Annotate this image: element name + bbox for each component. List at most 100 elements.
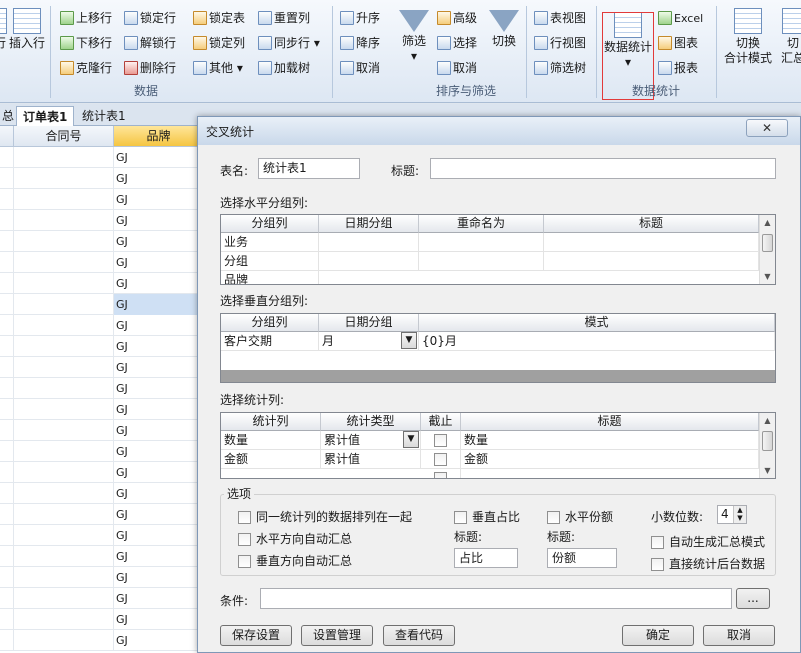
h-row-cell[interactable] <box>544 233 759 252</box>
close-button[interactable]: ✕ <box>746 119 788 137</box>
h-share-title-input[interactable]: 份额 <box>547 548 617 568</box>
tab-stats-table[interactable]: 统计表1 <box>76 106 132 126</box>
reset-col-button[interactable]: 重置列 <box>258 8 310 28</box>
row-header-cell[interactable] <box>0 357 14 378</box>
contract-cell[interactable] <box>14 336 114 357</box>
advanced-filter-button[interactable]: 高级 <box>437 8 477 28</box>
row-header-cell[interactable] <box>0 294 14 315</box>
h-share-option[interactable]: 水平份额 <box>547 508 613 525</box>
h-row-cell[interactable]: 分组 <box>221 252 319 271</box>
brand-cell[interactable]: GJ <box>114 630 200 651</box>
lock-table-button[interactable]: 锁定表 <box>193 8 245 28</box>
contract-cell[interactable] <box>14 420 114 441</box>
row-header-cell[interactable] <box>0 462 14 483</box>
brand-cell[interactable]: GJ <box>114 189 200 210</box>
brand-cell[interactable]: GJ <box>114 399 200 420</box>
contract-cell[interactable] <box>14 231 114 252</box>
excel-export-button[interactable]: Excel <box>658 8 703 28</box>
auto-sum-mode-checkbox[interactable] <box>651 536 664 549</box>
h-row-cell[interactable] <box>419 252 544 271</box>
h-share-checkbox[interactable] <box>547 511 560 524</box>
contract-cell[interactable] <box>14 210 114 231</box>
brand-cell[interactable]: GJ <box>114 546 200 567</box>
title-input[interactable] <box>430 158 776 179</box>
unlock-row-button[interactable]: 解锁行 <box>124 33 176 53</box>
move-down-button[interactable]: 下移行 <box>60 33 112 53</box>
scroll-thumb[interactable] <box>762 234 773 252</box>
row-header-cell[interactable] <box>0 336 14 357</box>
cutoff-checkbox[interactable] <box>434 453 447 466</box>
contract-cell[interactable] <box>14 546 114 567</box>
h-row-cell[interactable] <box>419 233 544 252</box>
row-header-cell[interactable] <box>0 525 14 546</box>
h-row-cell[interactable]: 业务 <box>221 233 319 252</box>
h-row-cell[interactable] <box>544 252 759 271</box>
brand-cell[interactable]: GJ <box>114 504 200 525</box>
cancel-button[interactable]: 取消 <box>703 625 775 646</box>
row-header-cell[interactable] <box>0 420 14 441</box>
v-ratio-title-input[interactable]: 占比 <box>454 548 518 568</box>
switch-filter-button[interactable]: 切换 <box>486 10 522 49</box>
brand-cell[interactable]: GJ <box>114 378 200 399</box>
auto-sum-mode-option[interactable]: 自动生成汇总模式 <box>651 533 765 550</box>
s-row-title-cell[interactable]: 数量 <box>461 431 759 450</box>
contract-cell[interactable] <box>14 483 114 504</box>
contract-cell[interactable] <box>14 525 114 546</box>
brand-cell[interactable]: GJ <box>114 168 200 189</box>
view-code-button[interactable]: 查看代码 <box>383 625 455 646</box>
brand-cell[interactable]: GJ <box>114 462 200 483</box>
table-view-button[interactable]: 表视图 <box>534 8 586 28</box>
scroll-up-icon[interactable]: ▲ <box>760 215 775 230</box>
cancel-filter-button[interactable]: 取消 <box>437 58 477 78</box>
row-header-cell[interactable] <box>0 147 14 168</box>
contract-cell[interactable] <box>14 630 114 651</box>
brand-cell[interactable]: GJ <box>114 609 200 630</box>
brand-cell[interactable]: GJ <box>114 147 200 168</box>
row-header-cell[interactable] <box>0 504 14 525</box>
manage-settings-button[interactable]: 设置管理 <box>301 625 373 646</box>
v-ratio-checkbox[interactable] <box>454 511 467 524</box>
row-header-cell[interactable] <box>0 168 14 189</box>
stepper-arrows-icon[interactable]: ▲ ▼ <box>733 506 746 523</box>
cancel-sort-button[interactable]: 取消 <box>340 58 380 78</box>
condition-input[interactable] <box>260 588 732 609</box>
row-header-cell[interactable] <box>0 483 14 504</box>
h-row-cell[interactable]: 品牌 <box>221 271 319 284</box>
sort-asc-button[interactable]: 升序 <box>340 8 380 28</box>
row-header-cell[interactable] <box>0 399 14 420</box>
contract-cell[interactable] <box>14 315 114 336</box>
row-header-cell[interactable] <box>0 588 14 609</box>
lock-row-button[interactable]: 锁定行 <box>124 8 176 28</box>
scroll-down-icon[interactable]: ▼ <box>760 269 775 284</box>
row-header-cell[interactable] <box>0 315 14 336</box>
clone-row-button[interactable]: 克隆行 <box>60 58 112 78</box>
ok-button[interactable]: 确定 <box>622 625 694 646</box>
sum-row-button[interactable]: 行 <box>0 8 8 51</box>
column-header-brand[interactable]: 品牌 <box>114 126 204 147</box>
contract-cell[interactable] <box>14 189 114 210</box>
contract-cell[interactable] <box>14 567 114 588</box>
table-name-input[interactable]: 统计表1 <box>258 158 360 179</box>
decimals-stepper[interactable]: 4 ▲ ▼ <box>717 505 747 524</box>
scroll-up-icon[interactable]: ▲ <box>760 413 775 428</box>
contract-cell[interactable] <box>14 378 114 399</box>
brand-cell[interactable]: GJ <box>114 567 200 588</box>
row-header-cell[interactable] <box>0 252 14 273</box>
load-tree-button[interactable]: 加载树 <box>258 58 310 78</box>
contract-cell[interactable] <box>14 609 114 630</box>
v-ratio-option[interactable]: 垂直占比 <box>454 508 520 525</box>
row-header-cell[interactable] <box>0 189 14 210</box>
row-header-cell[interactable] <box>0 567 14 588</box>
s-row-col-cell[interactable]: 数量 <box>221 431 321 450</box>
v-auto-sum-checkbox[interactable] <box>238 555 251 568</box>
chevron-down-icon[interactable]: ▼ <box>403 431 419 448</box>
h-auto-sum-option[interactable]: 水平方向自动汇总 <box>238 530 352 547</box>
s-row-col-cell[interactable]: 金额 <box>221 450 321 469</box>
contract-cell[interactable] <box>14 168 114 189</box>
switch-sum-button[interactable]: 切 汇总 <box>778 8 801 66</box>
h-scrollbar[interactable]: ▲ ▼ <box>759 215 775 284</box>
h-row-cell[interactable] <box>319 233 419 252</box>
contract-cell[interactable] <box>14 504 114 525</box>
v-row-group-cell[interactable]: 客户交期 <box>221 332 319 351</box>
brand-cell[interactable]: GJ <box>114 420 200 441</box>
